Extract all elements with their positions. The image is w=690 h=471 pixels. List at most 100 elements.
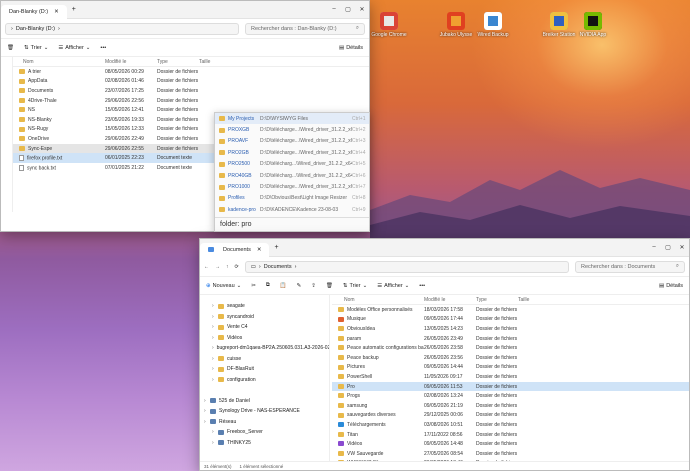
search-input[interactable]: Rechercher dans : Dan-Blanky (D:) ⌕: [245, 22, 365, 35]
address-bar[interactable]: ▭ › Documents ›: [244, 260, 569, 273]
maximize-icon[interactable]: ▢: [661, 244, 675, 251]
new-tab-icon[interactable]: +: [72, 6, 76, 13]
col-size[interactable]: Taille: [518, 297, 548, 303]
more-button[interactable]: •••: [419, 283, 425, 289]
col-size[interactable]: Taille: [199, 59, 229, 65]
details-button[interactable]: ▤ Détails: [339, 45, 363, 51]
col-modified[interactable]: Modifié le: [105, 59, 157, 65]
rename-icon[interactable]: ✎: [297, 283, 302, 289]
nav-item[interactable]: › seagate: [200, 301, 329, 312]
share-icon[interactable]: ⇪: [311, 283, 316, 289]
popup-folder-item[interactable]: PRO40GB D:\D\télécharg...\Wired_driver_31…: [215, 170, 369, 181]
item-date: 27/05/2026 08:54: [424, 450, 463, 457]
more-button[interactable]: •••: [100, 45, 106, 51]
popup-folder-item[interactable]: Profiles D:\D\Obvious\Best\Light Image Re…: [215, 193, 369, 204]
list-item[interactable]: param 26/05/2026 23:49 Dossier de fichiers: [332, 334, 689, 344]
list-item[interactable]: ObviousIdea 13/05/2025 14:23 Dossier de fi…: [332, 324, 689, 334]
close-window-icon[interactable]: ✕: [355, 6, 369, 13]
close-icon[interactable]: ✕: [257, 247, 262, 253]
tab-drive[interactable]: Dan-Blanky (D:) ✕: [1, 4, 67, 19]
nav-item[interactable]: › syncandroid: [200, 312, 329, 323]
list-item[interactable]: VW Sauvegarde 27/05/2026 08:54 Dossier de …: [332, 449, 689, 459]
search-placeholder: Rechercher dans : Documents: [581, 263, 656, 270]
nav-item[interactable]: › 525 de Daniel: [200, 396, 329, 407]
nav-item[interactable]: › THINKY25: [200, 438, 329, 449]
list-item[interactable]: Peace backup 26/05/2026 23:56 Dossier de f…: [332, 353, 689, 363]
list-item[interactable]: PowerShell 11/05/2026 09:17 Dossier de fic…: [332, 372, 689, 382]
delete-icon[interactable]: 🗑: [326, 283, 333, 289]
list-item[interactable]: A trier 08/05/2026 00:29 Dossier de fichie…: [13, 67, 369, 77]
nav-item[interactable]: › Réseau: [200, 417, 329, 428]
col-modified[interactable]: Modifié le: [424, 297, 476, 303]
nav-item[interactable]: › bugreport-dm1qaea-BP2A.250605.031.A3-20…: [200, 343, 329, 354]
popup-folder-item[interactable]: PRO1000 D:\D\télécharge...\Wired_driver_3…: [215, 181, 369, 192]
address-segment[interactable]: Dan-Blanky (D:): [16, 26, 55, 32]
address-segment[interactable]: Documents: [264, 264, 292, 270]
view-button[interactable]: ☰ Afficher ⌄: [377, 283, 409, 289]
list-item[interactable]: 4Drive-Thale 29/06/2026 22:56 Dossier de f…: [13, 96, 369, 106]
col-name[interactable]: Nom: [332, 297, 424, 303]
new-button[interactable]: ⊕ Nouveau ⌄: [206, 283, 241, 289]
popup-folder-item[interactable]: PRO2500 D:\D\télécharg...\Wired_driver_31…: [215, 159, 369, 170]
popup-folder-item[interactable]: PRO2GB D:\D\télécharge...\Wired_driver_31…: [215, 147, 369, 158]
col-type[interactable]: Type: [476, 297, 518, 303]
list-item[interactable]: sauvegardes diverses 29/12/2025 00:06 Doss…: [332, 411, 689, 421]
col-type[interactable]: Type: [157, 59, 199, 65]
desktop-icon[interactable]: Google Chrome: [366, 12, 412, 38]
close-window-icon[interactable]: ✕: [675, 244, 689, 251]
details-button[interactable]: ▤ Détails: [659, 283, 683, 289]
list-item[interactable]: samsung 09/05/2026 21:19 Dossier de fichie…: [332, 401, 689, 411]
nav-item[interactable]: › configuration: [200, 375, 329, 386]
refresh-icon[interactable]: ⟳: [235, 264, 239, 270]
nav-pane-collapsed[interactable]: [1, 57, 13, 212]
view-button[interactable]: ☰ Afficher ⌄: [58, 45, 90, 51]
list-item[interactable]: Musique 09/05/2026 17:44 Dossier de fichie…: [332, 315, 689, 325]
delete-icon[interactable]: 🗑: [7, 45, 14, 51]
popup-folder-item[interactable]: kadence-pro D:\D\KADENCE\Kadence 23-08-03…: [215, 204, 369, 215]
back-icon[interactable]: ←: [204, 264, 209, 270]
list-item[interactable]: Progs 02/08/2026 13:24 Dossier de fichiers: [332, 391, 689, 401]
paste-icon[interactable]: 📋: [280, 283, 287, 289]
list-item[interactable]: Titan 17/11/2022 08:56 Dossier de fichiers: [332, 430, 689, 440]
nav-item[interactable]: › cuisse: [200, 354, 329, 365]
popup-folder-item[interactable]: My Projects D:\D\WYSIWYG Files Ctrl+1: [215, 113, 369, 125]
address-bar[interactable]: › Dan-Blanky (D:) ›: [5, 22, 239, 35]
popup-folder-item[interactable]: PROXGB D:\D\télécharge...\Wired_driver_31…: [215, 124, 369, 135]
nav-item[interactable]: › DF-BlasRuit: [200, 364, 329, 375]
sort-button[interactable]: ⇅ Trier ⌄: [24, 45, 48, 51]
chevron-down-icon: ⌄: [362, 282, 368, 289]
col-name[interactable]: Nom: [13, 59, 105, 65]
forward-icon[interactable]: →: [215, 264, 220, 270]
popup-query-input[interactable]: folder: pro: [215, 217, 369, 231]
minimize-icon[interactable]: –: [647, 244, 661, 251]
list-item[interactable]: Pictures 09/05/2026 14:44 Dossier de fichi…: [332, 363, 689, 373]
nav-item[interactable]: › Vidéos: [200, 333, 329, 344]
nav-item[interactable]: › Synology Drive - NAS-ESPERANCE: [200, 406, 329, 417]
up-icon[interactable]: ↑: [226, 264, 229, 270]
list-item[interactable]: Téléchargements 03/08/2026 10:51 Dossier d…: [332, 420, 689, 430]
close-icon[interactable]: ✕: [54, 9, 59, 15]
maximize-icon[interactable]: ▢: [341, 6, 355, 13]
list-item[interactable]: AppData 02/08/2026 01:46 Dossier de fichie…: [13, 77, 369, 87]
item-date: 09/05/2026 17:44: [424, 316, 463, 323]
cut-icon[interactable]: ✂: [251, 283, 256, 289]
minimize-icon[interactable]: –: [327, 6, 341, 13]
list-item[interactable]: Vidéos 09/05/2026 14:48 Dossier de fichier…: [332, 439, 689, 449]
desktop-icon[interactable]: Wired Backup: [470, 12, 516, 38]
popup-folder-item[interactable]: PROAVF D:\D\télécharge...\Wired_driver_31…: [215, 136, 369, 147]
nav-item[interactable]: › Freebox_Server: [200, 427, 329, 438]
list-item[interactable]: Documents 23/07/2026 17:25 Dossier de fich…: [13, 86, 369, 96]
nav-item[interactable]: › Vente C4: [200, 322, 329, 333]
list-item[interactable]: Modèles Office personnalisés 18/03/2026 1…: [332, 305, 689, 315]
list-item[interactable]: Pro 09/05/2026 11:53 Dossier de fichiers: [332, 381, 689, 392]
details-label: Détails: [346, 44, 363, 51]
list-item[interactable]: Peace automatic configurations backup26/…: [332, 343, 689, 353]
search-input[interactable]: Rechercher dans : Documents ⌕: [575, 260, 685, 273]
chevron-right-icon[interactable]: ›: [212, 345, 214, 351]
new-tab-icon[interactable]: +: [274, 244, 278, 251]
copy-icon[interactable]: ⧉: [266, 282, 270, 289]
tab-documents[interactable]: Documents ✕: [200, 242, 270, 257]
sort-button[interactable]: ⇅ Trier ⌄: [343, 283, 367, 289]
desktop-icon[interactable]: NVIDIA App: [570, 12, 616, 38]
item-name: Documents: [28, 87, 54, 94]
